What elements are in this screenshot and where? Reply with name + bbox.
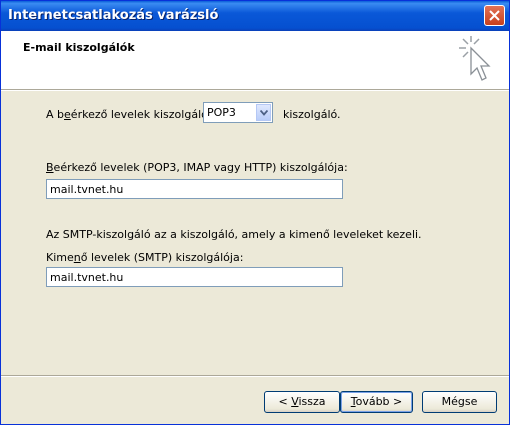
wizard-window: Internetcsatlakozás varázsló E-mail kisz… [0,0,510,425]
smtp-server-input[interactable] [46,267,343,287]
select-value: POP3 [207,106,236,119]
incoming-server-input[interactable] [46,179,343,199]
incoming-server-type-select[interactable]: POP3 [203,102,273,123]
smtp-server-label: Kimenő levelek (SMTP) kiszolgálója: [46,251,244,264]
close-icon [489,10,500,21]
header-separator [1,89,509,91]
incoming-server-label: Beérkező levelek (POP3, IMAP vagy HTTP) … [46,161,348,174]
title-bar[interactable]: Internetcsatlakozás varázsló [1,1,509,31]
incoming-type-label: A beérkező levelek kiszolgálója [46,108,218,121]
wizard-header: E-mail kiszolgálók [1,31,509,89]
footer-separator [1,375,509,377]
incoming-type-suffix: kiszolgáló. [283,108,341,121]
window-title: Internetcsatlakozás varázsló [8,8,219,23]
cancel-button[interactable]: Mégse [422,391,497,413]
back-button[interactable]: < Vissza [264,391,340,413]
page-title: E-mail kiszolgálók [23,41,135,54]
wizard-cursor-icon [459,36,491,81]
smtp-description: Az SMTP-kiszolgáló az a kiszolgáló, amel… [46,228,422,241]
dropdown-button[interactable] [256,104,271,121]
next-button[interactable]: Tovább > [340,391,413,413]
close-button[interactable] [484,5,505,26]
chevron-down-icon [260,110,268,116]
